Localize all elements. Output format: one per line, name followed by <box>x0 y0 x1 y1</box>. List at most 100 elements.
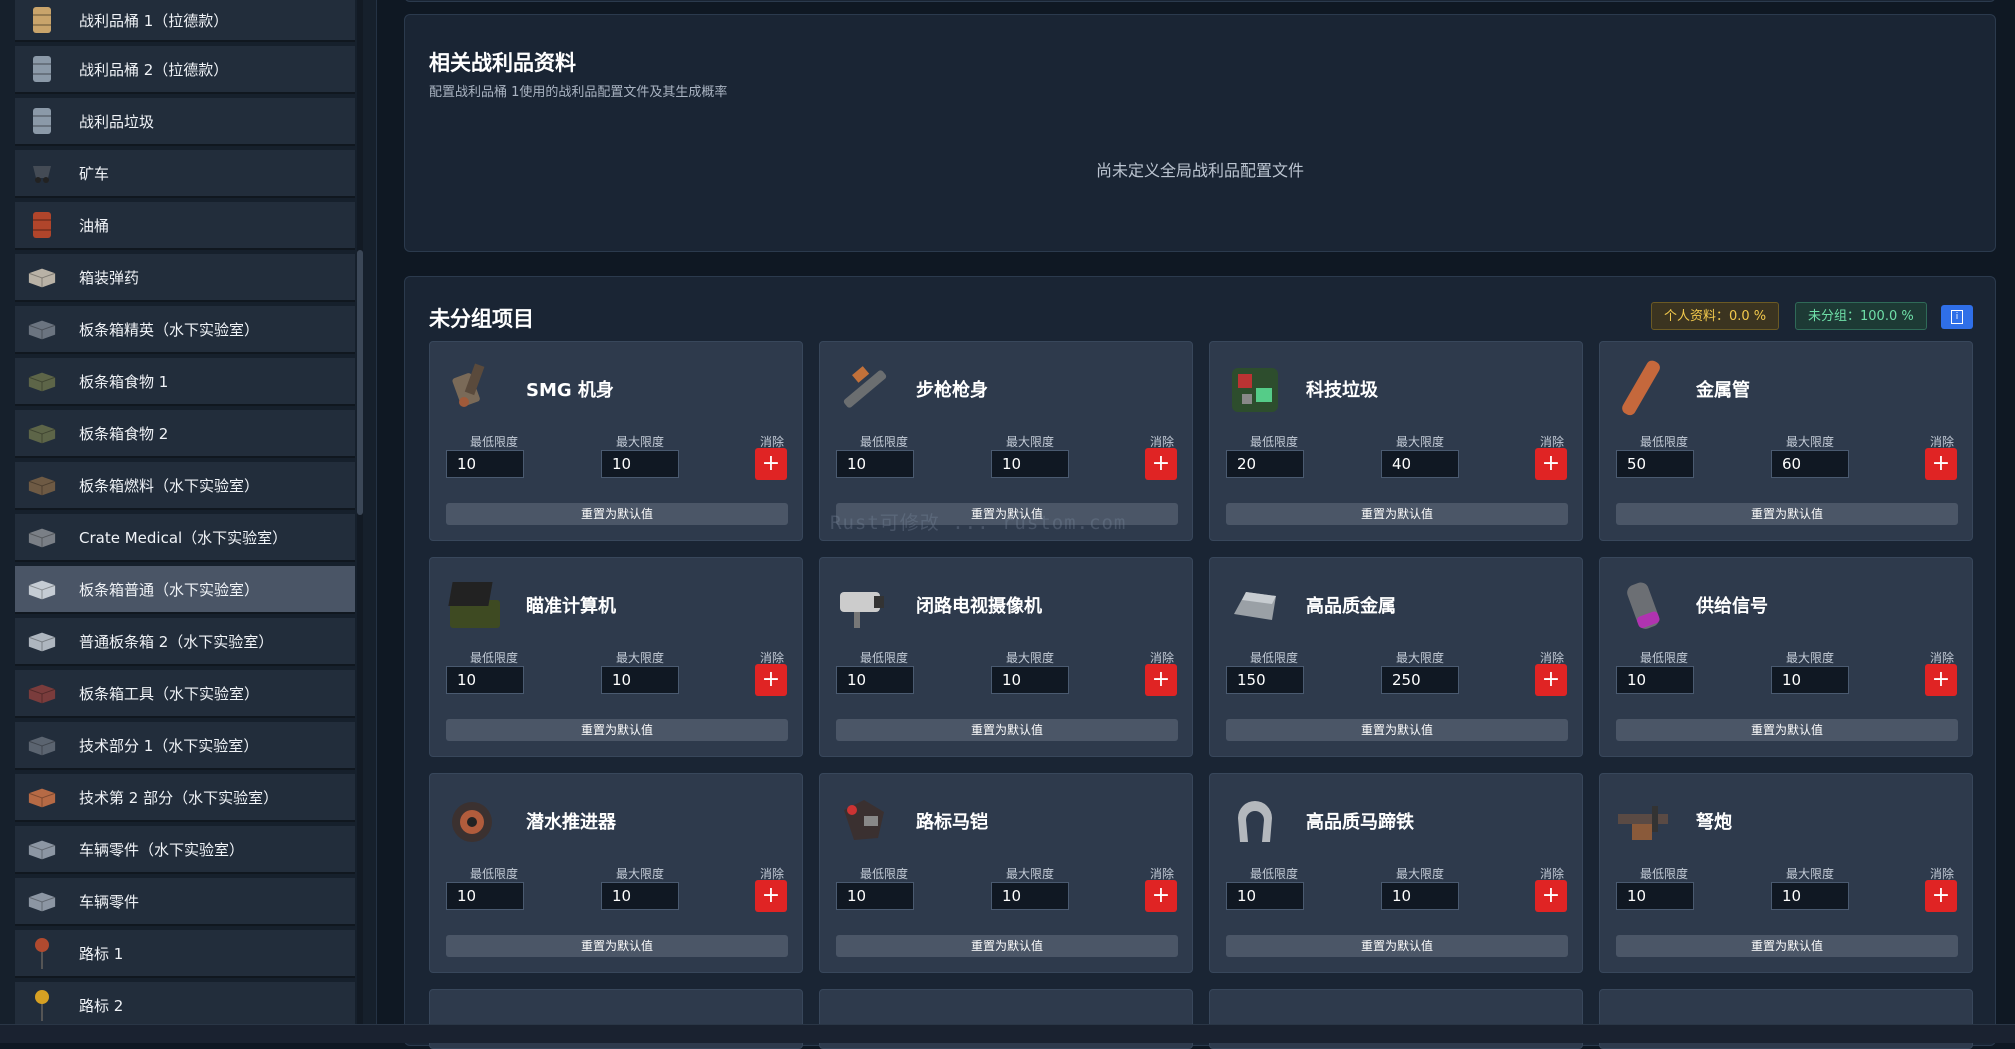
sidebar-item[interactable]: 箱装弹药 <box>15 254 355 302</box>
sidebar-item-label: 战利品桶 1（拉德款） <box>79 11 229 30</box>
plus-icon: + <box>1541 451 1561 476</box>
min-input[interactable] <box>1226 666 1304 694</box>
plus-icon: + <box>1931 667 1951 692</box>
reset-default-button[interactable]: 重置为默认值 <box>1226 503 1568 525</box>
max-input[interactable] <box>601 666 679 694</box>
food-crate-icon <box>27 365 57 397</box>
remove-button[interactable]: + <box>1145 880 1177 912</box>
max-input[interactable] <box>601 450 679 478</box>
sidebar-item[interactable]: Crate Medical（水下实验室） <box>15 514 355 562</box>
sidebar-item[interactable]: 板条箱燃料（水下实验室） <box>15 462 355 510</box>
min-input[interactable] <box>836 666 914 694</box>
reset-default-button[interactable]: 重置为默认值 <box>1226 719 1568 741</box>
sidebar-item[interactable]: 油桶 <box>15 202 355 250</box>
remove-button[interactable]: + <box>1535 664 1567 696</box>
min-label: 最低限度 <box>1250 435 1299 449</box>
item-card: 高品质马蹄铁 最低限度 最大限度 消除 + 重置为默认值 <box>1209 773 1583 973</box>
fuel-crate-icon <box>27 469 57 501</box>
max-input[interactable] <box>1771 450 1849 478</box>
min-input[interactable] <box>446 450 524 478</box>
item-card: 路标马铠 最低限度 最大限度 消除 + 重置为默认值 <box>819 773 1193 973</box>
sidebar-item[interactable]: 技术第 2 部分（水下实验室） <box>15 774 355 822</box>
max-input[interactable] <box>1771 666 1849 694</box>
reset-default-button[interactable]: 重置为默认值 <box>1616 935 1958 957</box>
max-input[interactable] <box>601 882 679 910</box>
min-input[interactable] <box>1226 450 1304 478</box>
supply-signal-icon <box>1614 574 1676 636</box>
min-input[interactable] <box>1226 882 1304 910</box>
sidebar-item[interactable]: 矿车 <box>15 150 355 198</box>
remove-button[interactable]: + <box>1535 880 1567 912</box>
min-input[interactable] <box>446 882 524 910</box>
reset-default-button[interactable]: 重置为默认值 <box>1226 935 1568 957</box>
sidebar-item[interactable]: 板条箱精英（水下实验室） <box>15 306 355 354</box>
sidebar-item[interactable]: 车辆零件 <box>15 878 355 926</box>
min-input[interactable] <box>1616 882 1694 910</box>
reset-default-button[interactable]: 重置为默认值 <box>446 935 788 957</box>
reset-default-button[interactable]: 重置为默认值 <box>1616 503 1958 525</box>
sidebar-item[interactable]: 战利品桶 2（拉德款） <box>15 46 355 94</box>
sidebar-item[interactable]: 战利品桶 1（拉德款） <box>15 0 355 42</box>
metal-pipe-icon <box>1614 358 1676 420</box>
sidebar-item[interactable]: 普通板条箱 2（水下实验室） <box>15 618 355 666</box>
min-input[interactable] <box>1616 450 1694 478</box>
sidebar-item-label: 箱装弹药 <box>79 268 140 287</box>
ungrouped-items-panel: 未分组项目 个人资料：0.0 % 未分组：100.0 % i SMG 机身 最低… <box>404 276 1996 1049</box>
min-input[interactable] <box>836 882 914 910</box>
sidebar-item[interactable]: 板条箱工具（水下实验室） <box>15 670 355 718</box>
sidebar-scrollbar-thumb[interactable] <box>357 250 363 515</box>
remove-button[interactable]: + <box>1925 448 1957 480</box>
sidebar-item[interactable]: 板条箱食物 1 <box>15 358 355 406</box>
item-name: 步枪枪身 <box>916 380 988 401</box>
reset-default-button[interactable]: 重置为默认值 <box>1616 719 1958 741</box>
max-input[interactable] <box>1381 882 1459 910</box>
remove-button[interactable]: + <box>755 664 787 696</box>
sidebar-item[interactable]: 车辆零件（水下实验室） <box>15 826 355 874</box>
sidebar-item[interactable]: 战利品垃圾 <box>15 98 355 146</box>
min-label: 最低限度 <box>860 435 909 449</box>
max-input[interactable] <box>991 882 1069 910</box>
trash-barrel-icon <box>27 105 57 137</box>
reset-default-button[interactable]: 重置为默认值 <box>446 719 788 741</box>
min-input[interactable] <box>1616 666 1694 694</box>
item-card: 金属管 最低限度 最大限度 消除 + 重置为默认值 <box>1599 341 1973 541</box>
sidebar-item-label: 油桶 <box>79 216 110 235</box>
max-input[interactable] <box>1771 882 1849 910</box>
sidebar-item[interactable]: 路标 1 <box>15 930 355 978</box>
remove-button[interactable]: + <box>1925 880 1957 912</box>
min-input[interactable] <box>836 450 914 478</box>
reset-default-button[interactable]: 重置为默认值 <box>836 719 1178 741</box>
barrel-icon <box>27 4 57 36</box>
remove-button[interactable]: + <box>1535 448 1567 480</box>
plus-icon: + <box>761 667 781 692</box>
info-button[interactable]: i <box>1941 305 1973 329</box>
empty-loot-message: 尚未定义全局战利品配置文件 <box>1095 161 1304 180</box>
tech-crate-icon <box>27 781 57 813</box>
reset-default-button[interactable]: 重置为默认值 <box>836 935 1178 957</box>
max-input[interactable] <box>1381 666 1459 694</box>
max-input[interactable] <box>1381 450 1459 478</box>
max-label: 最大限度 <box>1786 651 1835 665</box>
sidebar-item[interactable]: 技术部分 1（水下实验室） <box>15 722 355 770</box>
remove-button[interactable]: + <box>755 880 787 912</box>
crate-icon <box>27 625 57 657</box>
max-input[interactable] <box>991 666 1069 694</box>
sidebar-item-label: 板条箱食物 1 <box>79 372 169 391</box>
min-input[interactable] <box>446 666 524 694</box>
remove-button[interactable]: + <box>1925 664 1957 696</box>
max-label: 最大限度 <box>1786 867 1835 881</box>
reset-default-button[interactable]: 重置为默认值 <box>446 503 788 525</box>
sidebar-item[interactable]: 板条箱食物 2 <box>15 410 355 458</box>
sidebar-item[interactable]: 板条箱普通（水下实验室） <box>15 566 355 614</box>
remove-button[interactable]: + <box>1145 664 1177 696</box>
max-label: 最大限度 <box>1006 435 1055 449</box>
max-input[interactable] <box>991 450 1069 478</box>
sidebar-item[interactable]: 路标 2 <box>15 982 355 1030</box>
item-card: SMG 机身 最低限度 最大限度 消除 + 重置为默认值 <box>429 341 803 541</box>
item-name: 弩炮 <box>1696 812 1732 833</box>
tech-crate-icon <box>27 729 57 761</box>
loot-panel-subtitle: 配置战利品桶 1使用的战利品配置文件及其生成概率 <box>429 85 728 100</box>
sidebar-item-label: 路标 1 <box>79 944 124 963</box>
remove-button[interactable]: + <box>1145 448 1177 480</box>
remove-button[interactable]: + <box>755 448 787 480</box>
